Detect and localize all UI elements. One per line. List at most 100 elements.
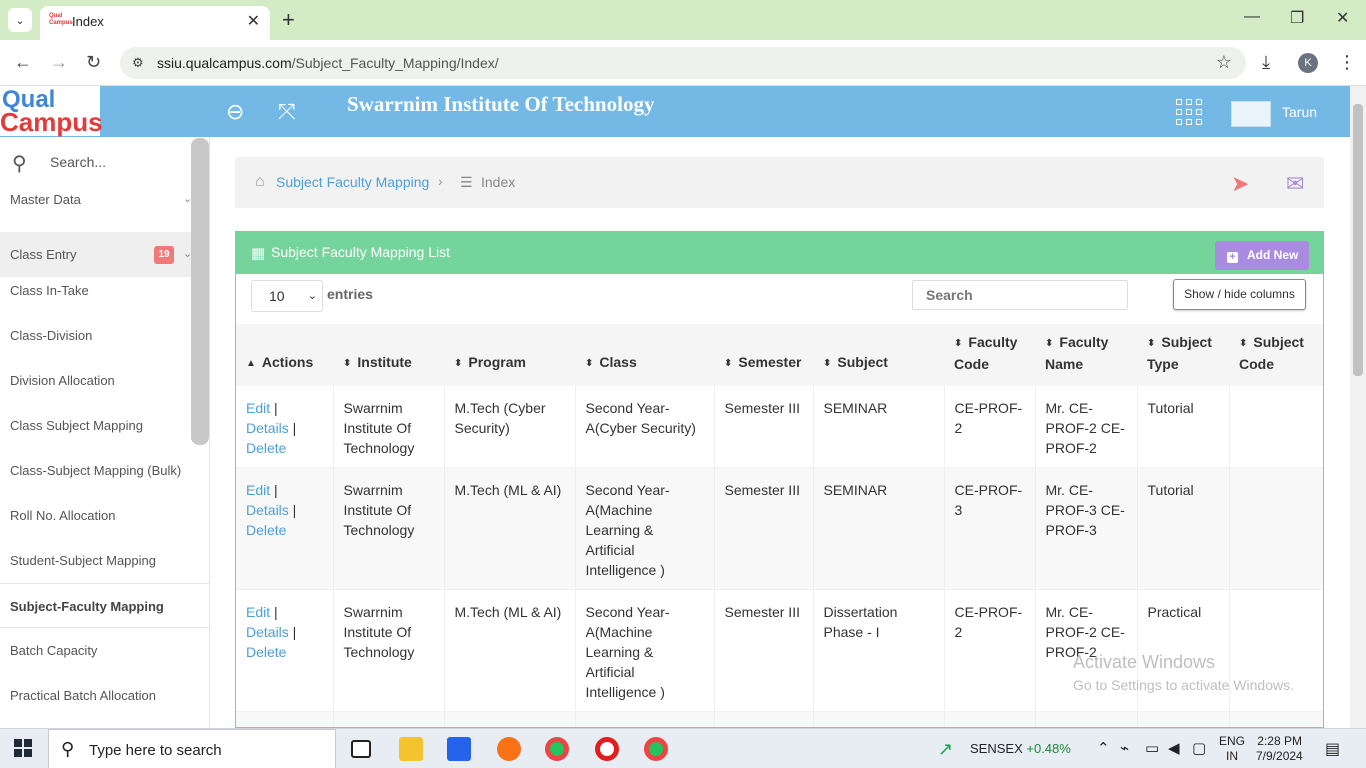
column-header[interactable]: ⬍ Faculty Code <box>944 324 1035 386</box>
display-icon[interactable]: ▢ <box>1192 739 1206 757</box>
column-header[interactable]: ⬍ Subject Code <box>1229 324 1323 386</box>
column-header[interactable]: ⬍ Semester <box>714 324 813 386</box>
address-bar-row: ← → ↻ ⚙ ssiu.qualcampus.com/Subject_Facu… <box>0 40 1366 86</box>
site-settings-icon[interactable]: ⚙ <box>132 55 144 71</box>
cell: Swarrnim Institute Of Technology <box>333 589 445 712</box>
window-close-icon[interactable]: ✕ <box>1336 8 1349 28</box>
fullscreen-icon[interactable]: ⤧ <box>278 99 296 125</box>
sidebar-item-division-allocation[interactable]: Division Allocation <box>0 358 209 403</box>
minimize-icon[interactable]: — <box>1244 8 1260 26</box>
collapse-sidebar-icon[interactable]: ⊖ <box>226 99 244 125</box>
sort-icon: ⬍ <box>454 358 463 369</box>
user-avatar[interactable] <box>1231 101 1271 127</box>
column-header[interactable]: ⬍ Class <box>575 324 714 386</box>
clock[interactable]: 2:28 PM 7/9/2024 <box>1256 734 1303 764</box>
page-scrollbar-thumb[interactable] <box>1353 104 1363 376</box>
details-link[interactable]: Details <box>246 502 289 518</box>
url-omnibox[interactable]: ⚙ ssiu.qualcampus.com/Subject_Faculty_Ma… <box>120 47 1246 79</box>
column-header[interactable]: ⬍ Program <box>444 324 575 386</box>
delete-link[interactable]: Delete <box>246 522 286 538</box>
back-arrow-icon[interactable]: ← <box>14 52 32 73</box>
browser-tab-bar: ⌄ Qual Campus Index ✕ + — ❐ ✕ <box>0 0 1366 40</box>
column-header[interactable]: ⬍ Faculty Name <box>1035 324 1137 386</box>
network-icon[interactable]: ⌁ <box>1120 739 1129 757</box>
sidebar-item-student-subject-mapping[interactable]: Student-Subject Mapping <box>0 538 209 583</box>
cell: CE-PROF <box>944 711 1036 727</box>
volume-icon[interactable]: ◀ <box>1168 739 1180 757</box>
column-header[interactable]: ⬍ Institute <box>333 324 444 386</box>
restore-icon[interactable]: ❐ <box>1290 8 1304 28</box>
table-row: Edit | Details | Delete Swarrnim Institute… <box>236 589 1323 712</box>
taskbar-search[interactable]: ⚲ Type here to search <box>48 729 336 768</box>
cell <box>1229 467 1323 590</box>
bookmark-star-icon[interactable]: ☆ <box>1216 52 1232 73</box>
panel-title: Subject Faculty Mapping List <box>271 244 450 260</box>
cell: Mr. CE <box>1035 711 1138 727</box>
sidebar-item-batch-capacity[interactable]: Batch Capacity <box>0 628 209 673</box>
file-explorer-icon[interactable] <box>399 737 423 761</box>
apps-grid-icon[interactable] <box>1176 99 1202 125</box>
sidebar-item-class-subject-mapping-bulk[interactable]: Class-Subject Mapping (Bulk) <box>0 448 209 493</box>
delete-link[interactable]: Delete <box>246 440 286 456</box>
edit-link[interactable]: Edit <box>246 400 270 416</box>
tab-close-icon[interactable]: ✕ <box>247 11 260 31</box>
column-header[interactable]: ⬍ Subject Type <box>1137 324 1229 386</box>
details-link[interactable]: Details <box>246 624 289 640</box>
breadcrumb-link[interactable]: Subject Faculty Mapping <box>276 174 429 190</box>
forward-arrow-icon[interactable]: → <box>50 52 68 73</box>
entries-select[interactable]: 10 ⌄ <box>251 280 323 312</box>
cell <box>1229 711 1323 727</box>
sidebar-item-roll-no-allocation[interactable]: Roll No. Allocation <box>0 493 209 538</box>
sidebar-item-class-subject-mapping[interactable]: Class Subject Mapping <box>0 403 209 448</box>
mail-icon[interactable]: ✉ <box>1286 171 1304 197</box>
details-link[interactable]: Details <box>246 420 289 436</box>
opera-icon[interactable] <box>595 737 619 761</box>
show-hide-columns-button[interactable]: Show / hide columns <box>1173 279 1306 310</box>
battery-icon[interactable]: ▭ <box>1145 739 1159 757</box>
add-new-button[interactable]: + Add New <box>1215 241 1309 270</box>
sidebar-search-input[interactable]: Search... <box>50 154 106 170</box>
task-view-icon[interactable] <box>351 740 371 758</box>
cell: Second Year-A(Machine Learning & Artific… <box>575 467 715 590</box>
reload-icon[interactable]: ↻ <box>86 52 101 73</box>
table-row: Edit | Details | Delete Swarrnim Institute… <box>236 467 1323 590</box>
store-icon[interactable] <box>447 737 471 761</box>
tray-chevron-up-icon[interactable]: ⌃ <box>1097 739 1110 757</box>
chrome-icon[interactable] <box>545 737 569 761</box>
windows-start-icon[interactable] <box>14 739 32 757</box>
url-text[interactable]: ssiu.qualcampus.com/Subject_Faculty_Mapp… <box>157 55 499 71</box>
count-badge: 19 <box>154 246 174 264</box>
chrome-profile-icon[interactable] <box>644 737 668 761</box>
sensex-widget[interactable]: SENSEX +0.48% <box>970 741 1071 756</box>
user-name[interactable]: Tarun <box>1282 104 1317 120</box>
delete-link[interactable]: Delete <box>246 644 286 660</box>
new-tab-plus-icon[interactable]: + <box>282 7 295 33</box>
sidebar-item-master-data[interactable]: Master Data ⌄ <box>0 177 209 222</box>
table-header-row: ▲ Actions ⬍ Institute ⬍ Program ⬍ Class ⬍ Sem… <box>236 324 1323 386</box>
edit-link[interactable]: Edit <box>246 482 270 498</box>
home-icon: ⌂ <box>255 173 265 190</box>
profile-avatar[interactable]: K <box>1298 53 1318 73</box>
edit-link[interactable]: Edit <box>246 604 270 620</box>
cell: CE-PROF-2 <box>944 589 1036 712</box>
column-header[interactable]: ⬍ Subject <box>813 324 944 386</box>
send-icon[interactable]: ➤ <box>1231 171 1249 197</box>
sidebar-item-subject-faculty-mapping[interactable]: Subject-Faculty Mapping <box>0 583 209 628</box>
activate-windows-watermark: Activate Windows <box>1073 652 1216 672</box>
column-header[interactable]: ▲ Actions <box>236 324 333 386</box>
notification-icon[interactable]: ▤ <box>1325 739 1340 759</box>
sidebar-item-class-in-take[interactable]: Class In-Take <box>0 268 209 313</box>
qualcampus-logo[interactable]: Qual Campus <box>0 86 103 137</box>
firefox-icon[interactable] <box>497 737 521 761</box>
sidebar-scrollbar[interactable] <box>191 138 209 445</box>
browser-menu-icon[interactable]: ⋮ <box>1338 52 1356 73</box>
download-icon[interactable]: ⤓ <box>1262 52 1270 73</box>
favicon-icon: Qual Campus <box>49 13 73 26</box>
sidebar-item-class-division[interactable]: Class-Division <box>0 313 209 358</box>
sidebar-item-practical-batch-allocation[interactable]: Practical Batch Allocation <box>0 673 209 718</box>
cell: Mr. CE-PROF-2 CE-PROF-2 <box>1035 386 1138 468</box>
tab-search-chevron-icon[interactable]: ⌄ <box>8 8 32 32</box>
table-search-input[interactable]: Search <box>912 280 1128 310</box>
browser-tab[interactable]: Qual Campus Index ✕ <box>40 6 270 40</box>
language-indicator[interactable]: ENG IN <box>1219 734 1245 764</box>
